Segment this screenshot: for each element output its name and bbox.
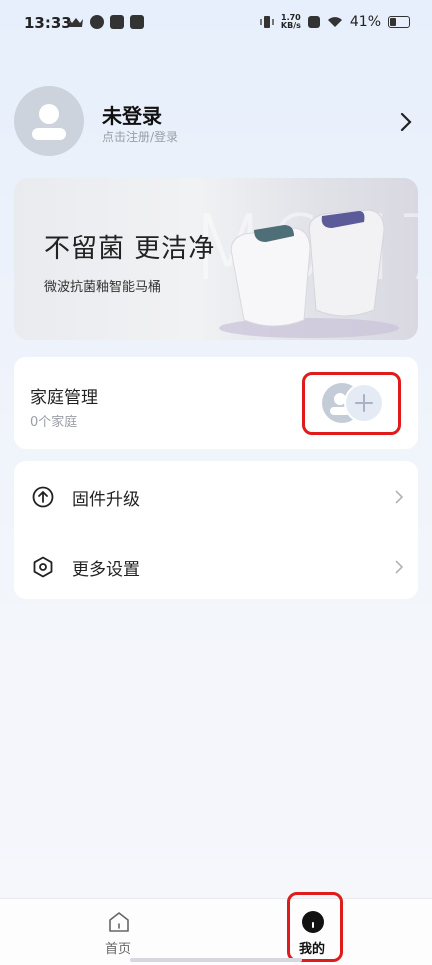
user-placeholder-icon: [32, 104, 66, 140]
family-count: 0个家庭: [30, 415, 78, 430]
menu-label: 固件升级: [72, 490, 140, 510]
crown-icon: [69, 18, 83, 27]
chevron-right-icon[interactable]: [396, 110, 416, 134]
avatar[interactable]: [14, 86, 84, 156]
status-bar: 13:33 1.70 KB/s 41%: [0, 0, 432, 52]
arrow-up-circle-icon: [32, 486, 54, 508]
menu-item-firmware-upgrade[interactable]: 固件升级: [14, 463, 418, 531]
play-icon: [110, 15, 124, 29]
profile-name[interactable]: 未登录: [102, 100, 162, 129]
sim-off-icon: [307, 16, 320, 28]
mail-icon: [130, 15, 144, 29]
battery-icon: [388, 16, 410, 28]
highlight-box-me-tab: [287, 892, 343, 962]
settings-menu-card: 固件升级 更多设置: [14, 461, 418, 599]
menu-label: 更多设置: [72, 560, 140, 580]
banner-title: 不留菌 更洁净: [44, 234, 216, 264]
bottom-nav: [0, 898, 432, 965]
home-indicator: [130, 958, 302, 962]
chevron-right-icon: [395, 560, 404, 574]
status-time: 13:33: [24, 14, 72, 32]
highlight-box-family: [302, 372, 401, 435]
vibrate-icon: [260, 16, 274, 28]
chevron-right-icon: [395, 490, 404, 504]
toilet-product-image: [219, 209, 399, 338]
check-icon: [90, 15, 104, 29]
family-title: 家庭管理: [30, 388, 98, 408]
promo-banner[interactable]: M6 M7 不留菌 更洁净 微波抗菌釉智能马桶: [14, 178, 418, 340]
home-icon[interactable]: [107, 910, 131, 934]
banner-subtitle: 微波抗菌釉智能马桶: [44, 280, 162, 295]
notification-icons: [68, 15, 144, 29]
wifi-icon: [327, 17, 342, 27]
battery-percent: 41%: [349, 14, 381, 30]
network-speed: 1.70 KB/s: [280, 13, 301, 30]
profile-subtitle[interactable]: 点击注册/登录: [102, 128, 178, 145]
menu-item-more-settings[interactable]: 更多设置: [14, 533, 418, 601]
status-right: 1.70 KB/s 41%: [260, 14, 410, 30]
hexagon-settings-icon: [33, 556, 53, 578]
nav-home-label[interactable]: 首页: [105, 938, 131, 957]
